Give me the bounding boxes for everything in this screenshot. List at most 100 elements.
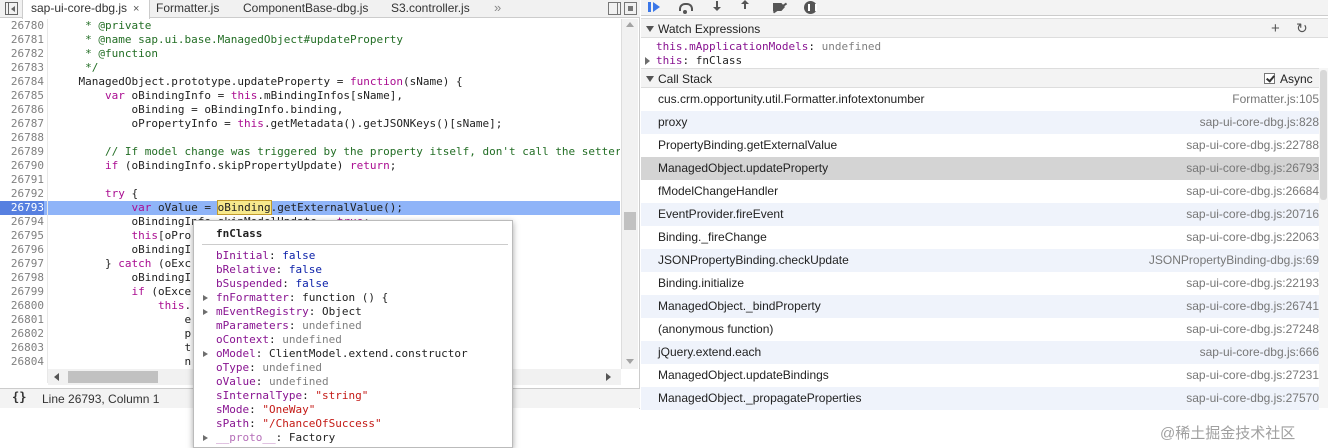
line-number[interactable]: 26800 [0,299,44,313]
popover-property[interactable]: oModel: ClientModel.extend.constructor [203,347,468,361]
step-out-icon[interactable] [736,0,754,15]
line-number[interactable]: 26803 [0,341,44,355]
pause-on-exceptions-icon[interactable] [801,0,819,15]
popover-property[interactable]: __proto__: Factory [203,431,335,445]
line-number[interactable]: 26781 [0,33,44,47]
watch-item[interactable]: this: fnClass [645,54,742,68]
code-line[interactable]: 26792 try { [0,187,620,201]
scroll-thumb[interactable] [624,212,636,230]
line-number[interactable]: 26795 [0,229,44,243]
expand-triangle-icon[interactable] [203,435,208,441]
current-execution-line[interactable]: 26793 var oValue = oBinding.getExternalV… [0,200,620,215]
scroll-up-icon[interactable] [626,22,634,27]
code-line[interactable]: 26788 [0,131,620,145]
frame-location-link[interactable]: sap-ui-core-dbg.js:666 [1200,341,1319,364]
line-number[interactable]: 26798 [0,271,44,285]
code-line[interactable]: 26786 oBinding = oBindingInfo.binding, [0,103,620,117]
line-number[interactable]: 26785 [0,89,44,103]
code-line[interactable]: 26791 [0,173,620,187]
resume-icon[interactable] [645,0,663,15]
line-number[interactable]: 26804 [0,355,44,369]
frame-location-link[interactable]: sap-ui-core-dbg.js:27570 [1186,387,1319,410]
frame-location-link[interactable]: JSONPropertyBinding-dbg.js:69 [1149,249,1319,272]
code-line[interactable]: 26787 oPropertyInfo = this.getMetadata()… [0,117,620,131]
sidebar-scrollbar[interactable] [1319,68,1328,408]
watch-expressions-header[interactable]: Watch Expressions + ↻ [641,18,1328,38]
toggle-drawer-icon[interactable] [624,2,637,15]
step-over-icon[interactable] [677,0,695,15]
async-checkbox[interactable] [1264,73,1275,84]
call-frame[interactable]: EventProvider.fireEvent sap-ui-core-dbg.j… [641,203,1319,226]
frame-location-link[interactable]: sap-ui-core-dbg.js:26684 [1186,180,1319,203]
call-frame[interactable]: ManagedObject.updateBindings sap-ui-core-… [641,364,1319,387]
call-frame[interactable]: PropertyBinding.getExternalValue sap-ui-c… [641,134,1319,157]
scroll-right-icon[interactable] [606,373,611,381]
more-tabs-button[interactable]: » [494,0,501,16]
toggle-debugger-sidebar-icon[interactable] [608,2,621,15]
call-frame[interactable]: cus.crm.opportunity.util.Formatter.infot… [641,88,1319,111]
tab-formatter[interactable]: Formatter.js [148,0,219,18]
frame-location-link[interactable]: sap-ui-core-dbg.js:22063 [1186,226,1319,249]
frame-location-link[interactable]: sap-ui-core-dbg.js:828 [1200,111,1319,134]
call-stack-header[interactable]: Call Stack Async [641,68,1328,88]
call-frame[interactable]: Binding._fireChange sap-ui-core-dbg.js:22… [641,226,1319,249]
line-number[interactable]: 26786 [0,103,44,117]
line-number[interactable]: 26801 [0,313,44,327]
watch-item[interactable]: this.mApplicationModels: undefined [656,40,881,54]
expand-triangle-icon[interactable] [203,309,208,315]
add-watch-expression-button[interactable]: + [1271,20,1280,37]
call-frame[interactable]: jQuery.extend.each sap-ui-core-dbg.js:666 [641,341,1319,364]
popover-property[interactable]: fnFormatter: function () { [203,291,388,305]
call-frame[interactable]: (anonymous function) sap-ui-core-dbg.js:2… [641,318,1319,341]
line-number[interactable]: 26792 [0,187,44,201]
tab-s3-controller[interactable]: S3.controller.js [383,0,470,18]
line-number[interactable]: 26796 [0,243,44,257]
line-number[interactable]: 26797 [0,257,44,271]
close-tab-icon[interactable]: × [133,1,139,18]
editor-vertical-scrollbar[interactable] [621,19,638,369]
line-number[interactable]: 26793 [0,201,44,215]
line-number[interactable]: 26783 [0,61,44,75]
frame-location-link[interactable]: sap-ui-core-dbg.js:27248 [1186,318,1319,341]
line-number[interactable]: 26784 [0,75,44,89]
pretty-print-button[interactable]: {} [12,390,26,404]
line-number[interactable]: 26787 [0,117,44,131]
code-line[interactable]: 26789 // If model change was triggered b… [0,145,620,159]
code-line[interactable]: 26784 ManagedObject.prototype.updateProp… [0,75,620,89]
scroll-down-icon[interactable] [626,359,634,364]
call-frame[interactable]: fModelChangeHandler sap-ui-core-dbg.js:26… [641,180,1319,203]
call-frame[interactable]: Binding.initialize sap-ui-core-dbg.js:221… [641,272,1319,295]
call-frame[interactable]: ManagedObject._bindProperty sap-ui-core-d… [641,295,1319,318]
code-line[interactable]: 26782 * @function [0,47,620,61]
line-number[interactable]: 26788 [0,131,44,145]
call-frame[interactable]: ManagedObject._propagateProperties sap-ui… [641,387,1319,410]
call-frame-selected[interactable]: ManagedObject.updateProperty sap-ui-core-… [641,157,1319,180]
frame-location-link[interactable]: sap-ui-core-dbg.js:22788 [1186,134,1319,157]
code-line[interactable]: 26780 * @private [0,19,620,33]
expand-triangle-icon[interactable] [645,57,650,65]
code-line[interactable]: 26783 */ [0,61,620,75]
expand-triangle-icon[interactable] [203,351,208,357]
line-number[interactable]: 26802 [0,327,44,341]
deactivate-breakpoints-icon[interactable] [771,0,789,15]
frame-location-link[interactable]: sap-ui-core-dbg.js:22193 [1186,272,1319,295]
hovered-variable[interactable]: oBinding [216,200,272,215]
frame-location-link[interactable]: sap-ui-core-dbg.js:26793 [1186,157,1319,180]
scroll-left-icon[interactable] [54,373,59,381]
line-number[interactable]: 26794 [0,215,44,229]
scroll-thumb[interactable] [68,371,158,383]
line-number[interactable]: 26799 [0,285,44,299]
tab-componentbase[interactable]: ComponentBase-dbg.js [235,0,368,18]
navigator-toggle-icon[interactable] [5,2,18,15]
code-line[interactable]: 26785 var oBindingInfo = this.mBindingIn… [0,89,620,103]
code-line[interactable]: 26781 * @name sap.ui.base.ManagedObject#… [0,33,620,47]
popover-property[interactable]: mEventRegistry: Object [203,305,362,319]
line-number[interactable]: 26782 [0,47,44,61]
call-frame[interactable]: JSONPropertyBinding.checkUpdate JSONPrope… [641,249,1319,272]
tab-sap-ui-core-dbg[interactable]: sap-ui-core-dbg.js × [22,0,150,19]
call-frame[interactable]: proxy sap-ui-core-dbg.js:828 [641,111,1319,134]
line-number[interactable]: 26791 [0,173,44,187]
line-number[interactable]: 26780 [0,19,44,33]
line-number[interactable]: 26789 [0,145,44,159]
step-into-icon[interactable] [708,0,726,15]
